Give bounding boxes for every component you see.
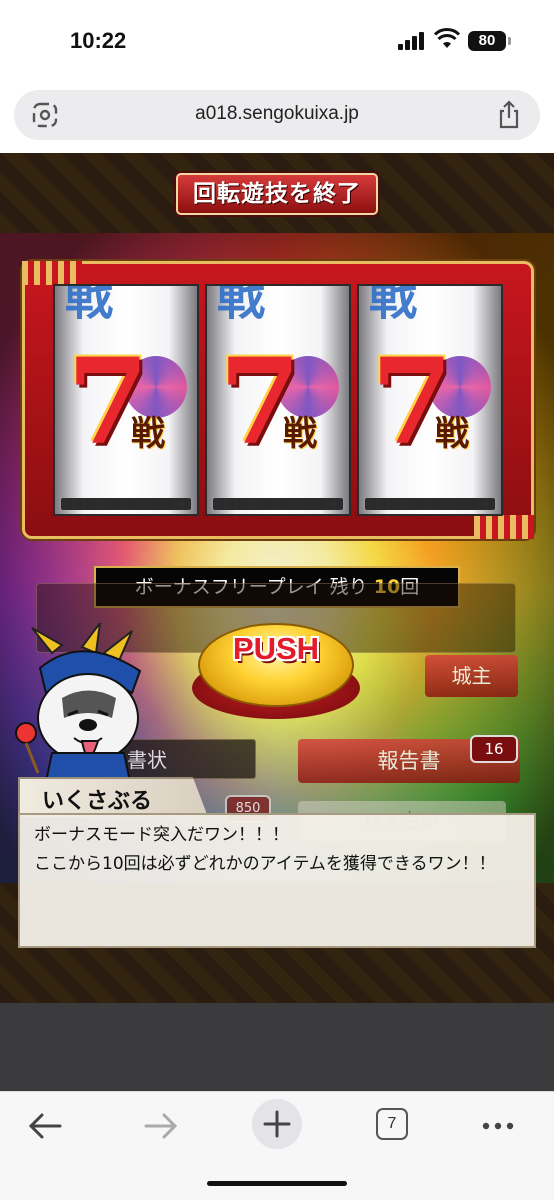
report-count-badge: 16 <box>470 735 518 763</box>
reel-kanji: 戦 <box>283 414 317 454</box>
address-bar[interactable]: a018.sengokuixa.jp <box>14 90 540 140</box>
battery-icon: 80 <box>468 31 511 51</box>
game-area: 回転遊技を終了 戦 7 戦 戦 7 戦 戦 7 戦 ボーナスフリープレイ 残り … <box>0 153 554 1003</box>
reel-2: 戦 7 戦 <box>205 284 351 516</box>
reel-symbol: 7 <box>219 332 302 471</box>
home-indicator <box>207 1181 347 1186</box>
status-time: 10:22 <box>70 28 127 53</box>
slot-machine: 戦 7 戦 戦 7 戦 戦 7 戦 <box>22 261 534 539</box>
tab-switcher-button[interactable]: 7 <box>376 1108 408 1140</box>
reel-symbol: 7 <box>371 332 454 471</box>
more-options-icon[interactable] <box>480 1104 516 1148</box>
reel-3: 戦 7 戦 <box>357 284 503 516</box>
game-footer <box>0 1003 554 1091</box>
dialog-line-2: ここから10回は必ずどれかのアイテムを獲得できるワン！！ <box>34 854 496 874</box>
dialog-line-1: ボーナスモード突入だワン！！！ <box>34 825 289 845</box>
signal-icon <box>398 32 428 50</box>
new-tab-button[interactable] <box>252 1099 302 1149</box>
reel-kanji: 戦 <box>131 414 165 454</box>
status-bar: 10:22 80 <box>0 0 554 80</box>
back-arrow-icon[interactable] <box>26 1104 64 1148</box>
share-icon[interactable] <box>496 100 522 130</box>
speaker-name-box: いくさぶる <box>18 777 208 817</box>
samurai-dog-mascot-icon <box>15 623 142 792</box>
castle-lord-button: 城主 <box>425 655 518 697</box>
wifi-icon <box>434 28 460 48</box>
reel-1: 戦 7 戦 <box>53 284 199 516</box>
push-label: PUSH <box>232 631 320 666</box>
url-text[interactable]: a018.sengokuixa.jp <box>14 103 540 125</box>
reel-symbol: 7 <box>67 332 150 471</box>
push-button[interactable]: PUSH <box>192 617 360 721</box>
end-spin-button[interactable]: 回転遊技を終了 <box>176 173 378 215</box>
speaker-name: いくさぶる <box>42 788 153 814</box>
reel-kanji: 戦 <box>435 414 469 454</box>
dialog-box[interactable]: ボーナスモード突入だワン！！！ ここから10回は必ずどれかのアイテムを獲得できる… <box>18 813 536 948</box>
plus-icon <box>263 1110 291 1138</box>
forward-arrow-icon[interactable] <box>142 1104 180 1148</box>
